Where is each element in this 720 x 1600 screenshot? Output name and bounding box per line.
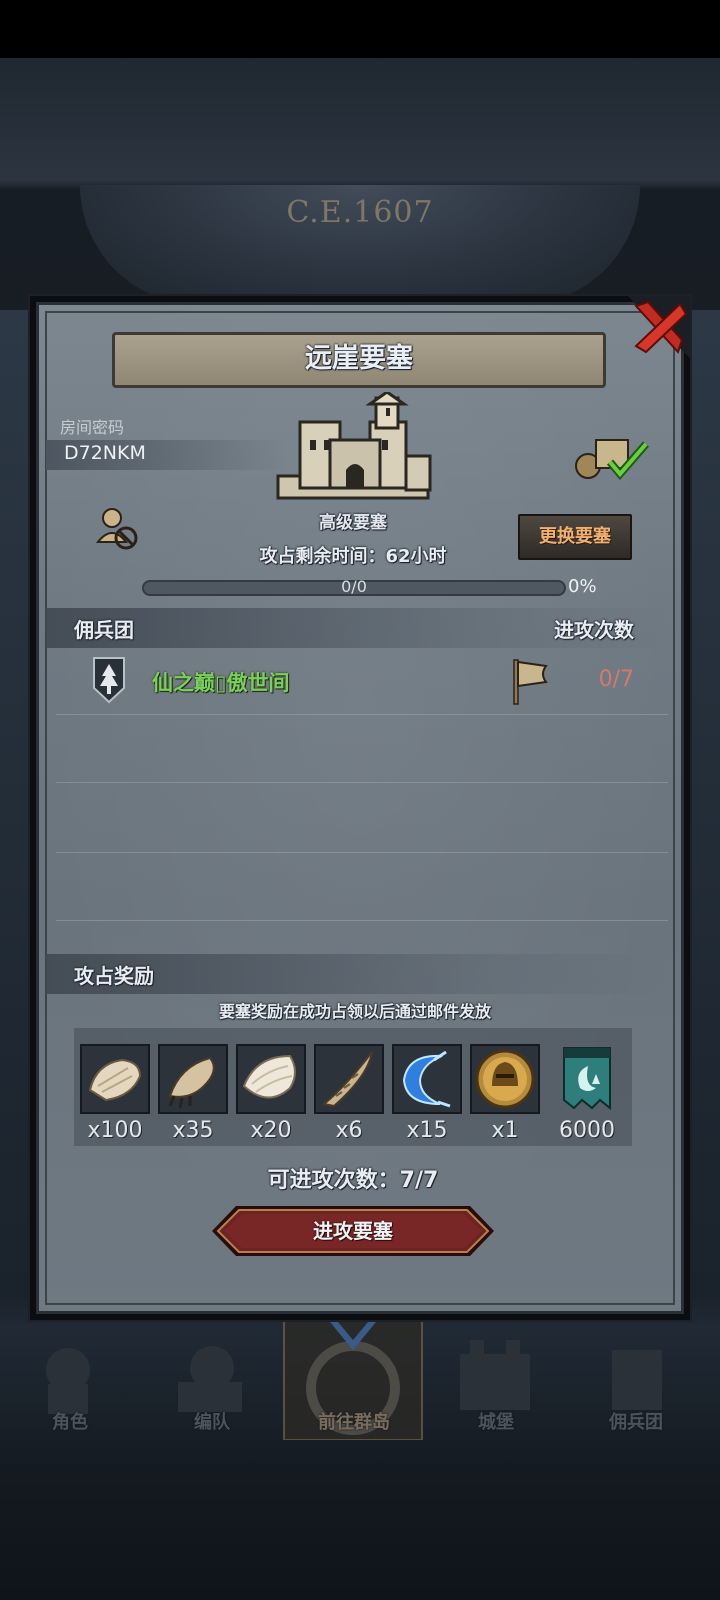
era-year: C.E.1607 <box>286 195 434 230</box>
nav-castle[interactable]: 城堡 <box>426 1408 566 1434</box>
reward-count: x20 <box>250 1118 292 1143</box>
reward-count: x1 <box>491 1118 519 1143</box>
flag-icon <box>513 659 548 705</box>
dialog-title: 远崖要塞 <box>305 343 413 374</box>
supply-check-icon <box>575 439 650 481</box>
guild-name: 仙之巅▯傲世间 <box>152 671 290 695</box>
reward-count: x35 <box>172 1118 214 1143</box>
close-button[interactable] <box>628 296 690 358</box>
row-divider <box>56 852 668 853</box>
guild-attempts: 0/7 <box>598 667 634 692</box>
white-hide-icon <box>242 1054 296 1099</box>
nav-mercenary[interactable]: 佣兵团 <box>566 1408 706 1434</box>
progress-percent: 0% <box>568 576 597 597</box>
attack-fortress-label[interactable]: 进攻要塞 <box>212 1204 494 1258</box>
guild-crest-icon <box>93 657 125 704</box>
reward-count: x100 <box>87 1118 143 1143</box>
room-code[interactable]: D72NKM <box>64 442 146 464</box>
nav-character[interactable]: 角色 <box>0 1408 140 1434</box>
reward-note: 要塞奖励在成功占领以后通过邮件发放 <box>218 1002 491 1021</box>
reward-slot[interactable] <box>80 1044 150 1114</box>
nav-archipelago[interactable]: 前往群岛 <box>284 1408 424 1434</box>
horn-icon <box>321 1051 373 1108</box>
row-divider <box>56 714 668 715</box>
close-icon <box>634 300 688 354</box>
reward-slot[interactable] <box>314 1044 384 1114</box>
guild-banner-icon <box>563 1047 611 1111</box>
crescent-blade-icon <box>402 1050 451 1108</box>
reward-header: 攻占奖励 <box>74 964 154 988</box>
progress-text: 0/0 <box>341 577 367 596</box>
fur-pelt-icon <box>88 1058 142 1102</box>
fortress-grade: 高级要塞 <box>319 513 387 533</box>
reward-count: 6000 <box>559 1118 615 1143</box>
attack-count-header: 进攻次数 <box>554 618 634 642</box>
available-attacks: 可进攻次数：7/7 <box>267 1168 439 1193</box>
reward-count: x6 <box>335 1118 363 1143</box>
reward-slot[interactable] <box>236 1044 306 1114</box>
fortress-icon <box>276 392 432 500</box>
reward-slot[interactable] <box>158 1044 228 1114</box>
reward-count: x15 <box>406 1118 448 1143</box>
gold-helmet-medal-icon <box>475 1049 535 1109</box>
mercenary-row[interactable] <box>46 650 668 714</box>
nav-formation[interactable]: 编队 <box>142 1408 282 1434</box>
room-code-label: 房间密码 <box>60 418 125 437</box>
swap-fortress-button[interactable]: 更换要塞 <box>518 514 632 560</box>
no-spectator-icon[interactable] <box>94 504 142 552</box>
reward-slot[interactable] <box>558 1044 616 1116</box>
beast-claw-icon <box>168 1056 215 1109</box>
reward-slot[interactable] <box>470 1044 540 1114</box>
mercenary-header: 佣兵团 <box>74 618 134 642</box>
row-divider <box>56 920 668 921</box>
reward-slot[interactable] <box>392 1044 462 1114</box>
row-divider <box>56 782 668 783</box>
time-remaining: 攻占剩余时间：62小时 <box>259 546 447 567</box>
